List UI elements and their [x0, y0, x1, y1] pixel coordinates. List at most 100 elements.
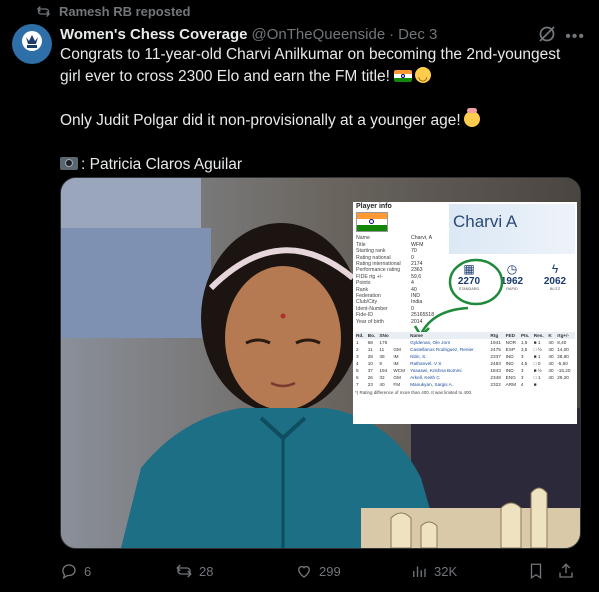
table-cell: FM [393, 382, 401, 387]
table-cell: 1941 [490, 340, 501, 345]
highlight-circle [448, 258, 504, 306]
player-info-key: Year of birth [356, 318, 384, 325]
bookmark-button[interactable] [527, 559, 545, 583]
grok-icon[interactable] [537, 24, 557, 44]
table-cell: 7 [356, 382, 359, 387]
table-cell: 11 [367, 347, 373, 352]
rating-blitz: ϟ 2062 BLITZ [535, 262, 575, 291]
table-cell: □ ½ [533, 347, 542, 352]
reply-count: 6 [84, 563, 92, 579]
table-cell: 40 [548, 375, 554, 380]
repost-label: Ramesh RB reposted [59, 3, 191, 19]
tweet-line-1: Congrats to 11-year-old Charvi Anilkumar… [60, 46, 561, 85]
table-cell: 2475 [490, 347, 501, 352]
table-cell: □ 1 [533, 375, 541, 380]
repost-icon [36, 5, 51, 17]
table-cell: 32 [379, 375, 385, 380]
table-row: 4 10 9 IM Rathanvel, V S 2483 IND 4,5 □ 0 40 -5,60 [355, 360, 575, 367]
games-header-cell: SNo [378, 332, 393, 339]
table-cell [392, 339, 409, 346]
table-row: 2 11 11 GM Castellanos Rodriguez, Renier 2475… [355, 346, 575, 353]
table-cell: IM [393, 354, 399, 359]
table-cell: 1,5 [520, 340, 528, 345]
table-cell: 11 [379, 347, 385, 352]
table-cell: 40 [548, 354, 554, 359]
games-header-cell: Name [409, 332, 490, 339]
games-header-cell [392, 332, 410, 339]
avatar[interactable] [12, 24, 52, 64]
tweet-date[interactable]: Dec 3 [398, 26, 437, 43]
separator: · [389, 25, 395, 43]
table-cell: ■ ½ [533, 368, 542, 373]
table-cell: 2348 [490, 375, 501, 380]
table-cell: GM [393, 347, 401, 352]
table-row: 6 26 32 GM Arkell, Keith C 2348 ENG 3 □ 1 40 29,20 [355, 374, 575, 381]
like-button[interactable]: 299 [295, 559, 341, 583]
table-cell: ■ 1 [533, 340, 541, 345]
table-cell: 2322 [490, 382, 501, 387]
blitz-icon: ϟ [551, 262, 559, 276]
table-cell: 3 [356, 354, 359, 359]
opponent-name[interactable]: Castellanos Rodriguez, Renier [409, 346, 489, 353]
repost-indicator[interactable]: Ramesh RB reposted [36, 2, 190, 20]
games-header-cell: K [547, 332, 557, 339]
chess-queen-logo [22, 31, 42, 51]
table-cell: IND [505, 354, 514, 359]
games-header-cell: Rd. [355, 332, 367, 339]
opponent-name[interactable]: Yasaswi, Krishna Bommi [409, 367, 489, 374]
table-cell: 2 [356, 347, 359, 352]
grinning-face-icon [414, 66, 431, 88]
games-header-cell: Pts. [519, 332, 533, 339]
opponent-name[interactable]: Arkell, Keith C [409, 374, 489, 381]
table-cell: 26 [367, 375, 373, 380]
opponent-name[interactable]: Nitin, S. [409, 353, 489, 360]
share-icon [559, 563, 573, 578]
table-cell: 40 [548, 361, 554, 366]
table-cell: 68 [367, 340, 373, 345]
author-handle[interactable]: @OnTheQueenside [252, 26, 386, 43]
table-cell: ■ 1 [533, 354, 541, 359]
author-name[interactable]: Women's Chess Coverage [60, 26, 248, 43]
table-cell: 3 [520, 354, 524, 359]
player-info-title: Player info [356, 203, 392, 210]
table-cell [547, 381, 556, 388]
games-header-cell: Rtg [489, 332, 505, 339]
table-row: 5 37 194 WCM Yasaswi, Krishna Bommi 1843 IND 3 ■… [355, 367, 575, 374]
player-banner: Charvi A [449, 204, 575, 254]
tweet-photo[interactable]: Player info Name Charvi, A Title WFM Startin… [60, 177, 581, 549]
games-footnote: *) Rating difference of more than 400. I… [355, 390, 473, 395]
reply-button[interactable]: 6 [60, 559, 91, 583]
views-count: 32K [434, 563, 458, 579]
table-cell: 38 [379, 354, 385, 359]
table-cell: 6 [356, 375, 359, 380]
table-cell: 40 [379, 382, 385, 387]
repost-button[interactable]: 28 [175, 559, 213, 583]
reply-icon [62, 564, 76, 580]
table-cell: 40 [548, 368, 554, 373]
camera-icon [60, 157, 78, 170]
table-row: 3 28 38 IM Nitin, S. 2337 IND 3 ■ 1 40 28,80 [355, 353, 575, 360]
opponent-name[interactable]: Gyldenas, Ole Jorn [409, 339, 489, 346]
opponent-name[interactable]: Manukyan, Sargis A. [409, 381, 489, 388]
tweet-line-2: Only Judit Polgar did it non-provisional… [60, 112, 461, 129]
like-count: 299 [319, 563, 341, 579]
share-button[interactable] [557, 559, 575, 583]
table-cell: IND [505, 361, 514, 366]
table-cell: 1843 [490, 368, 501, 373]
like-icon [298, 565, 310, 578]
table-cell: 28,80 [557, 354, 569, 359]
table-cell: 5 [356, 368, 359, 373]
table-cell: -5,60 [557, 361, 568, 366]
table-cell: 28 [367, 354, 373, 359]
table-row: 1 68 176 Gyldenas, Ole Jorn 1941 NOR 1,5 ■ 1 40 8… [355, 339, 575, 346]
table-cell: IM [393, 361, 399, 366]
table-cell: 3 [520, 368, 524, 373]
india-flag-icon [356, 212, 388, 233]
table-cell: ESP [505, 347, 515, 352]
games-table: Rd. Bo. SNo Name Rtg FED Pts. Res. Krtg+/- 1 68 17… [355, 332, 575, 396]
views-button[interactable]: 32K [410, 559, 457, 583]
table-cell: NOR [505, 340, 517, 345]
opponent-name[interactable]: Rathanvel, V S [409, 360, 489, 367]
views-icon [413, 566, 426, 577]
table-cell: 37 [367, 368, 373, 373]
